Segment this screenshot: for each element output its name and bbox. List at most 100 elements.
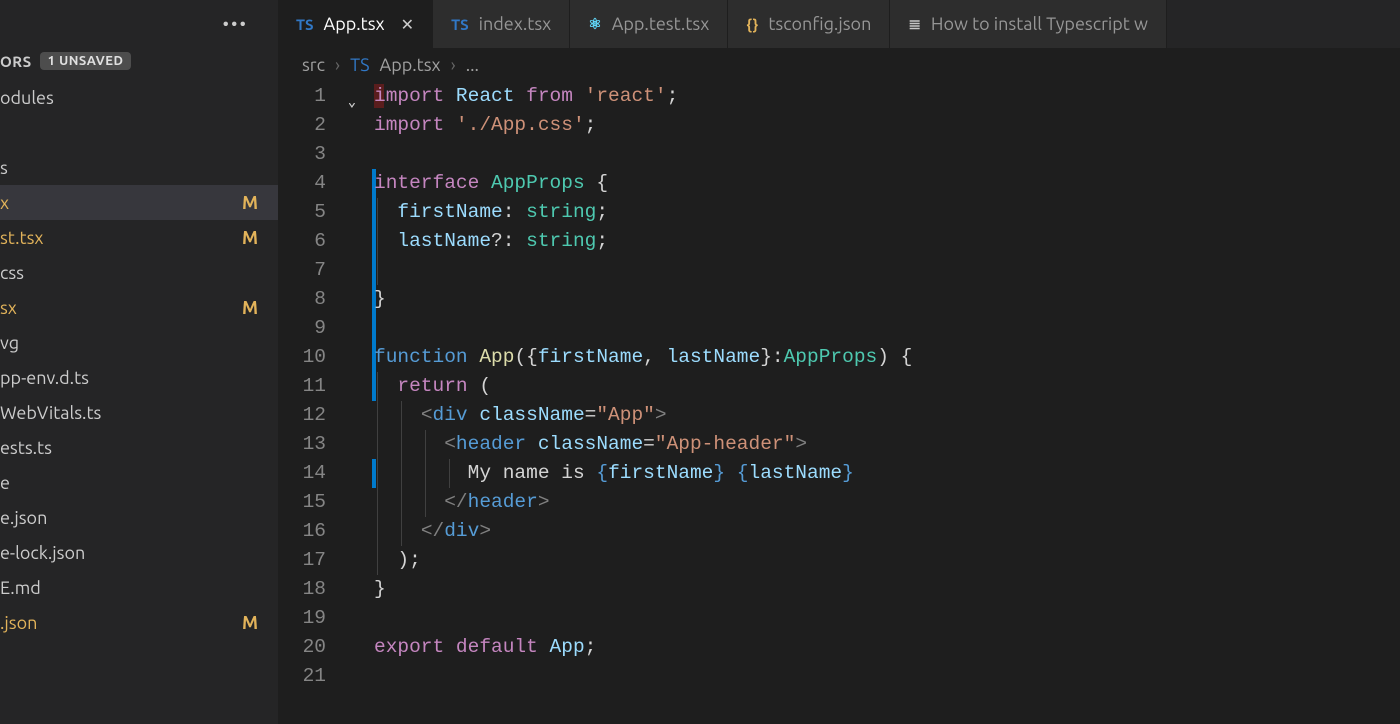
- open-editors-header[interactable]: ORS 1 UNSAVED: [0, 48, 278, 74]
- explorer-item[interactable]: e.json: [0, 500, 278, 535]
- unsaved-badge: 1 UNSAVED: [40, 52, 132, 70]
- explorer-item[interactable]: E.md: [0, 570, 278, 605]
- code-line[interactable]: [374, 140, 1400, 169]
- code-line[interactable]: </header>: [374, 488, 1400, 517]
- explorer-item[interactable]: pp-env.d.ts: [0, 360, 278, 395]
- explorer-item[interactable]: xM: [0, 185, 278, 220]
- code-line[interactable]: }: [374, 285, 1400, 314]
- tab-label: tsconfig.json: [768, 14, 871, 34]
- close-icon[interactable]: ✕: [401, 15, 414, 34]
- line-number: 9: [278, 314, 326, 343]
- explorer-item[interactable]: odules: [0, 80, 278, 115]
- line-number: 1: [278, 82, 326, 111]
- git-modified-icon: M: [240, 613, 260, 633]
- explorer-item-label: vg: [0, 333, 19, 353]
- line-number: 10: [278, 343, 326, 372]
- tab-label: App.test.tsx: [612, 14, 710, 34]
- explorer-item-label: ests.ts: [0, 438, 52, 458]
- tab-label: App.tsx: [324, 14, 385, 34]
- code-content[interactable]: import React from 'react';import './App.…: [374, 82, 1400, 724]
- code-line[interactable]: export default App;: [374, 633, 1400, 662]
- txt-icon: ≣: [908, 15, 921, 33]
- explorer-item[interactable]: WebVitals.ts: [0, 395, 278, 430]
- code-line[interactable]: import './App.css';: [374, 111, 1400, 140]
- change-indicator: [372, 314, 376, 343]
- explorer-item[interactable]: .json M: [0, 605, 278, 640]
- code-line[interactable]: return (: [374, 372, 1400, 401]
- line-number: 2: [278, 111, 326, 140]
- app-root: ••• ORS 1 UNSAVED odulessxMst.tsxMcsssxM…: [0, 0, 1400, 724]
- explorer-item[interactable]: ests.ts: [0, 430, 278, 465]
- line-number: 5: [278, 198, 326, 227]
- sidebar-actions: •••: [0, 0, 278, 48]
- code-line[interactable]: </div>: [374, 517, 1400, 546]
- line-number: 6: [278, 227, 326, 256]
- explorer-item[interactable]: vg: [0, 325, 278, 360]
- code-line[interactable]: interface AppProps {: [374, 169, 1400, 198]
- explorer-item[interactable]: css: [0, 255, 278, 290]
- code-line[interactable]: [374, 662, 1400, 691]
- editor-tab[interactable]: ⚛App.test.tsx: [570, 0, 728, 48]
- code-area[interactable]: 123456789101112131415161718192021 ⌄⌄⌄⌄⌄ …: [278, 82, 1400, 724]
- line-number: 7: [278, 256, 326, 285]
- code-line[interactable]: [374, 314, 1400, 343]
- code-line[interactable]: My name is {firstName} {lastName}: [374, 459, 1400, 488]
- code-line[interactable]: lastName?: string;: [374, 227, 1400, 256]
- explorer-item-label: pp-env.d.ts: [0, 368, 89, 388]
- chevron-right-icon: ›: [335, 55, 340, 75]
- editor-area: TS App.tsx ✕ TSindex.tsx⚛App.test.tsx{}tsco…: [278, 0, 1400, 724]
- line-number: 21: [278, 662, 326, 691]
- editor-tab[interactable]: TS App.tsx ✕: [278, 0, 433, 48]
- editor-tab[interactable]: ≣ How to install Typescript w: [890, 0, 1167, 48]
- code-line[interactable]: }: [374, 575, 1400, 604]
- explorer-item[interactable]: s: [0, 150, 278, 185]
- breadcrumb-part[interactable]: ...: [466, 55, 479, 75]
- explorer-item-label: css: [0, 263, 24, 283]
- line-number: 11: [278, 372, 326, 401]
- explorer-item[interactable]: sx M: [0, 290, 278, 325]
- line-number: 8: [278, 285, 326, 314]
- indent-guide: [377, 256, 378, 285]
- code-line[interactable]: [374, 256, 1400, 285]
- line-number: 16: [278, 517, 326, 546]
- git-modified-icon: M: [240, 193, 260, 213]
- chevron-right-icon: ›: [451, 55, 456, 75]
- fold-chevron-icon[interactable]: ⌄: [348, 88, 356, 117]
- tab-bar: TS App.tsx ✕ TSindex.tsx⚛App.test.tsx{}tsco…: [278, 0, 1400, 48]
- explorer-item[interactable]: st.tsxM: [0, 220, 278, 255]
- explorer-item-label: odules: [0, 88, 54, 108]
- more-icon[interactable]: •••: [223, 14, 248, 34]
- git-modified-icon: M: [240, 228, 260, 248]
- explorer-list: odulessxMst.tsxMcsssxMvgpp-env.d.tsWebVi…: [0, 80, 278, 640]
- explorer-item-label: e-lock.json: [0, 543, 85, 563]
- code-line[interactable]: [374, 604, 1400, 633]
- line-number: 4: [278, 169, 326, 198]
- code-line[interactable]: <div className="App">: [374, 401, 1400, 430]
- git-modified-icon: M: [240, 298, 260, 318]
- code-line[interactable]: );: [374, 546, 1400, 575]
- line-number: 14: [278, 459, 326, 488]
- line-number: 12: [278, 401, 326, 430]
- tab-label: How to install Typescript w: [931, 14, 1148, 34]
- breadcrumb-part[interactable]: src: [302, 55, 325, 75]
- code-line[interactable]: firstName: string;: [374, 198, 1400, 227]
- line-number: 3: [278, 140, 326, 169]
- unsaved-dot-icon: [240, 123, 260, 143]
- code-line[interactable]: import React from 'react';: [374, 82, 1400, 111]
- editor-tab[interactable]: {}tsconfig.json: [728, 0, 890, 48]
- editor-tab[interactable]: TSindex.tsx: [433, 0, 570, 48]
- line-number: 15: [278, 488, 326, 517]
- explorer-item[interactable]: [0, 115, 278, 150]
- explorer-item[interactable]: e: [0, 465, 278, 500]
- line-number: 17: [278, 546, 326, 575]
- explorer-item-label: sx: [0, 298, 17, 318]
- breadcrumb[interactable]: src › TS App.tsx › ...: [278, 48, 1400, 82]
- explorer-item-label: s: [0, 158, 8, 178]
- breadcrumb-part[interactable]: App.tsx: [380, 55, 441, 75]
- explorer-item[interactable]: e-lock.json: [0, 535, 278, 570]
- code-line[interactable]: <header className="App-header">: [374, 430, 1400, 459]
- explorer-item-label: .json: [0, 613, 37, 633]
- ts-icon: TS: [296, 16, 314, 33]
- open-editors-label: ORS: [0, 53, 32, 70]
- code-line[interactable]: function App({firstName, lastName}:AppPr…: [374, 343, 1400, 372]
